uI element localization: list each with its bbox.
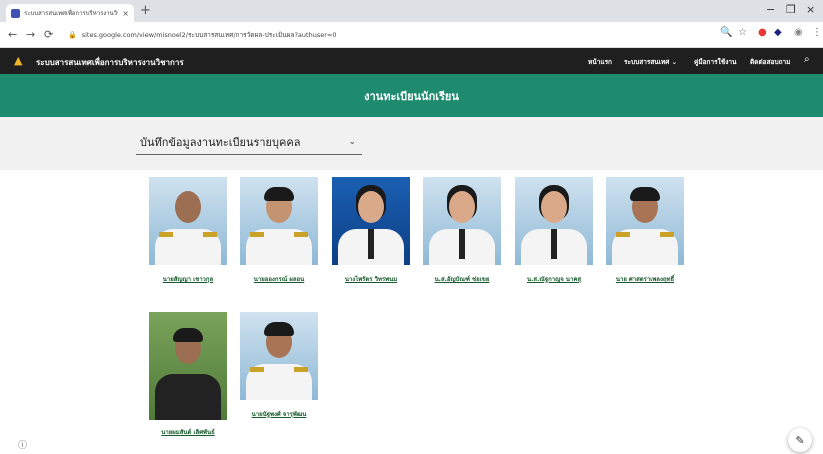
minimize-button[interactable]: − <box>766 3 775 16</box>
person-name-link[interactable]: นายอองกรณ์ ผลอน <box>229 274 329 284</box>
person-name-link[interactable]: นายผมสันต์ เลิศพันธ์ <box>138 427 238 437</box>
lock-icon: 🔒 <box>68 31 77 39</box>
address-bar: ← → ⟳ 🔒 sites.google.com/view/misnoel2/ร… <box>0 22 823 48</box>
person-name-link[interactable]: นางไพรัตร วิทรพนม <box>321 274 421 284</box>
person-name-link[interactable]: นายนัฐพงศ์ จารุพัฒน <box>229 409 329 419</box>
person-card[interactable]: นายอองกรณ์ ผลอน <box>240 177 318 283</box>
extension-icon[interactable]: ◆ <box>774 27 782 38</box>
dropdown-label: บันทึกข้อมูลงานทะเบียนรายบุคคล <box>140 135 301 149</box>
search-icon[interactable]: ⌕ <box>804 54 810 65</box>
person-photo[interactable] <box>515 177 593 265</box>
restore-button[interactable]: ❐ <box>786 3 796 16</box>
nav-item-contact[interactable]: ติดต่อสอบถาม <box>750 57 790 67</box>
person-card[interactable]: นาย ศาสตราเพลงฤทธิ์ <box>606 177 684 283</box>
person-card[interactable]: นางไพรัตร วิทรพนม <box>332 177 410 283</box>
forward-icon[interactable]: → <box>26 28 35 41</box>
person-card[interactable]: นายสัญญา เชาวกุล <box>149 177 227 283</box>
site-header: ▲ ระบบสารสนเทศเพื่อการบริหารงานวิชาการ ห… <box>0 48 823 74</box>
site-logo-icon[interactable]: ▲ <box>14 54 22 67</box>
person-photo[interactable] <box>240 177 318 265</box>
nav-item-home[interactable]: หน้าแรก <box>588 57 612 67</box>
pencil-icon: ✎ <box>795 433 805 447</box>
profile-avatar-icon[interactable]: ◉ <box>794 27 803 38</box>
browser-tab[interactable]: ระบบสารสนเทศเพื่อการบริหารงานวิชา × <box>6 4 134 22</box>
url-field[interactable]: 🔒 sites.google.com/view/misnoel2/ระบบสาร… <box>68 27 718 43</box>
person-photo[interactable] <box>149 177 227 265</box>
site-title[interactable]: ระบบสารสนเทศเพื่อการบริหารงานวิชาการ <box>36 56 184 69</box>
zoom-icon[interactable]: 🔍 <box>720 27 732 38</box>
page-title: งานทะเบียนนักเรียน <box>364 89 459 103</box>
site-favicon-icon <box>11 8 20 18</box>
back-icon[interactable]: ← <box>8 28 17 41</box>
nav-item-information-system[interactable]: ระบบสารสนเทศ ⌄ <box>624 57 677 67</box>
person-photo[interactable] <box>606 177 684 265</box>
page-banner: งานทะเบียนนักเรียน <box>0 74 823 117</box>
person-name-link[interactable]: นาย ศาสตราเพลงฤทธิ์ <box>595 274 695 284</box>
browser-menu-icon[interactable]: ⋮ <box>812 27 822 38</box>
new-tab-button[interactable]: + <box>140 3 151 18</box>
browser-tab-bar: ระบบสารสนเทศเพื่อการบริหารงานวิชา × + − … <box>0 0 823 22</box>
info-icon[interactable]: ⓘ <box>18 438 27 451</box>
bookmark-star-icon[interactable]: ☆ <box>738 27 747 38</box>
person-card[interactable]: น.ส.ณัฐกาญจ นาคสุ <box>515 177 593 283</box>
edit-button[interactable]: ✎ <box>788 428 812 452</box>
person-card[interactable]: น.ส.อัญบัณฑ์ ช่อเขย <box>423 177 501 283</box>
opera-extension-icon[interactable]: ● <box>758 27 767 38</box>
reload-icon[interactable]: ⟳ <box>44 28 53 41</box>
person-photo[interactable] <box>423 177 501 265</box>
person-photo[interactable] <box>240 312 318 400</box>
person-photo[interactable] <box>149 312 227 420</box>
person-card[interactable]: นายผมสันต์ เลิศพันธ์ <box>149 312 227 436</box>
close-window-button[interactable]: × <box>806 3 815 16</box>
person-name-link[interactable]: น.ส.ณัฐกาญจ นาคสุ <box>504 274 604 284</box>
section-dropdown[interactable]: บันทึกข้อมูลงานทะเบียนรายบุคคล ⌄ <box>136 129 362 155</box>
person-card[interactable]: นายนัฐพงศ์ จารุพัฒน <box>240 312 318 418</box>
person-photo[interactable] <box>332 177 410 265</box>
url-text: sites.google.com/view/misnoel2/ระบบสารสน… <box>81 31 337 39</box>
section-selector-band: บันทึกข้อมูลงานทะเบียนรายบุคคล ⌄ <box>0 117 823 170</box>
person-name-link[interactable]: นายสัญญา เชาวกุล <box>138 274 238 284</box>
chevron-down-icon: ⌄ <box>348 136 356 147</box>
nav-item-manual[interactable]: คู่มือการใช้งาน <box>694 57 736 67</box>
tab-title: ระบบสารสนเทศเพื่อการบริหารงานวิชา <box>24 10 119 17</box>
tab-close-icon[interactable]: × <box>122 9 129 18</box>
person-name-link[interactable]: น.ส.อัญบัณฑ์ ช่อเขย <box>412 274 512 284</box>
